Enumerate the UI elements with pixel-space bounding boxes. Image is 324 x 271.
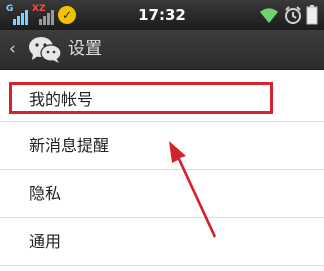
annotation-arrow (169, 141, 216, 238)
